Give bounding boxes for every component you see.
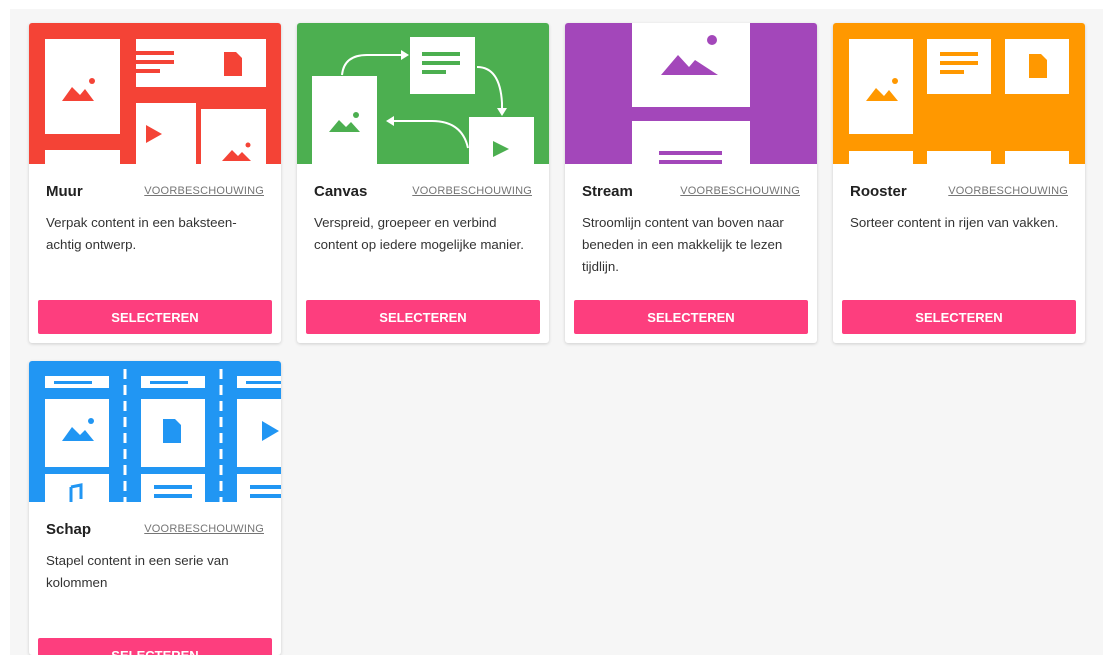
preview-link[interactable]: VOORBESCHOUWING	[144, 185, 264, 197]
canvas-thumbnail	[297, 23, 549, 164]
card-title: Schap	[46, 521, 92, 538]
shelf-thumbnail	[29, 361, 281, 502]
card-title: Rooster	[850, 183, 907, 200]
card-description: Stapel content in een serie van kolommen	[46, 553, 229, 590]
layout-card-canvas: Canvas VOORBESCHOUWING Verspreid, groepe…	[297, 23, 549, 343]
preview-link[interactable]: VOORBESCHOUWING	[144, 523, 264, 535]
card-description: Verspreid, groepeer en verbind content o…	[314, 215, 524, 252]
stream-thumbnail	[565, 23, 817, 164]
select-button[interactable]: SELECTEREN	[574, 300, 808, 334]
select-button[interactable]: SELECTEREN	[842, 300, 1076, 334]
layout-card-rooster: Rooster VOORBESCHOUWING Sorteer content …	[833, 23, 1085, 343]
card-description: Stroomlijn content van boven naar benede…	[582, 215, 784, 274]
layout-card-muur: Muur VOORBESCHOUWING Verpak content in e…	[29, 23, 281, 343]
card-title: Muur	[46, 183, 83, 200]
select-button[interactable]: SELECTEREN	[306, 300, 540, 334]
card-description: Verpak content in een baksteen-achtig on…	[46, 215, 237, 252]
card-title: Canvas	[314, 183, 368, 200]
card-title: Stream	[582, 183, 633, 200]
preview-link[interactable]: VOORBESCHOUWING	[412, 185, 532, 197]
card-description: Sorteer content in rijen van vakken.	[850, 215, 1059, 230]
preview-link[interactable]: VOORBESCHOUWING	[948, 185, 1068, 197]
preview-link[interactable]: VOORBESCHOUWING	[680, 185, 800, 197]
grid-thumbnail	[833, 23, 1085, 164]
layout-card-schap: Schap VOORBESCHOUWING Stapel content in …	[29, 361, 281, 655]
layout-card-stream: Stream VOORBESCHOUWING Stroomlijn conten…	[565, 23, 817, 343]
select-button[interactable]: SELECTEREN	[38, 638, 272, 655]
select-button[interactable]: SELECTEREN	[38, 300, 272, 334]
wall-thumbnail	[29, 23, 281, 164]
